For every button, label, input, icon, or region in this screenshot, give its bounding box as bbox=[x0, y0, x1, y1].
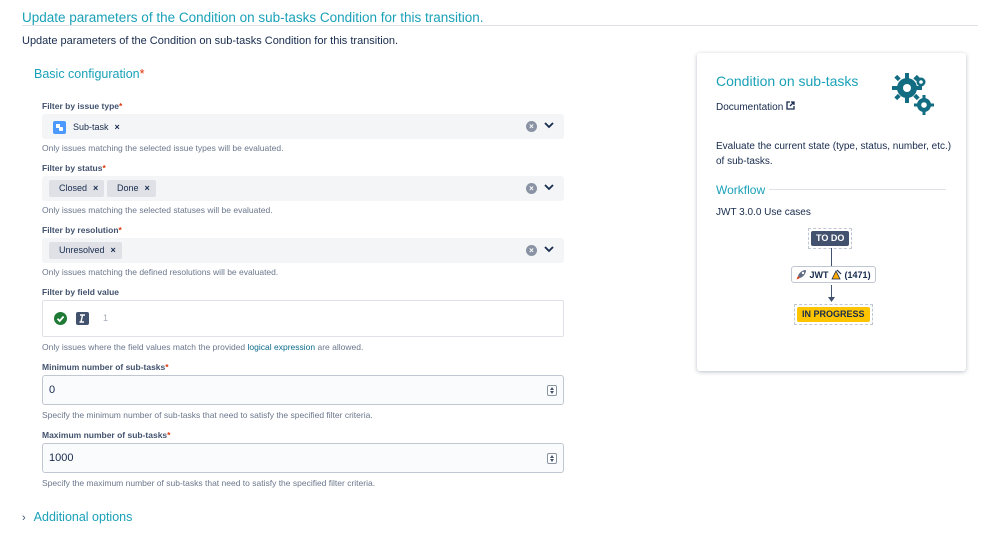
tag-sub-task: Sub-task × bbox=[48, 118, 127, 135]
status-in-progress: IN PROGRESS bbox=[797, 307, 870, 322]
documentation-label: Documentation bbox=[716, 102, 784, 113]
rocket-icon bbox=[796, 270, 806, 280]
use-cases-label: JWT 3.0.0 Use cases bbox=[716, 207, 811, 218]
clear-circle-icon[interactable]: × bbox=[526, 121, 537, 132]
tag-unresolved-label: Unresolved bbox=[59, 245, 105, 255]
issue-type-label: Filter by issue type* bbox=[42, 101, 122, 111]
remove-tag-icon[interactable]: × bbox=[115, 122, 120, 132]
subtask-icon bbox=[53, 121, 66, 134]
field-value-help-after: are allowed. bbox=[315, 342, 364, 352]
max-subtasks-input[interactable]: 1000 bbox=[42, 443, 564, 473]
transition-id: (1471) bbox=[844, 270, 871, 280]
transition-jwt-label: JWT bbox=[809, 270, 829, 280]
tag-closed: Closed × bbox=[49, 180, 105, 197]
field-value-expression-editor[interactable]: 1 bbox=[42, 300, 564, 337]
remove-tag-icon[interactable]: × bbox=[145, 183, 150, 193]
status-todo-frame: TO DO bbox=[808, 228, 853, 249]
status-in-progress-frame: IN PROGRESS bbox=[794, 304, 873, 325]
clear-circle-icon[interactable]: × bbox=[526, 183, 537, 194]
tag-done: Done × bbox=[107, 180, 156, 197]
workflow-heading: Workflow bbox=[716, 183, 766, 197]
additional-options-label: Additional options bbox=[33, 510, 133, 524]
additional-options-toggle[interactable]: › Additional options bbox=[22, 510, 132, 524]
workflow-connector bbox=[831, 248, 832, 267]
resolution-select[interactable]: Unresolved × × bbox=[42, 238, 564, 263]
external-link-icon bbox=[786, 101, 795, 110]
min-subtasks-label: Minimum number of sub-tasks* bbox=[42, 362, 169, 372]
status-label-text: Filter by status bbox=[42, 163, 103, 173]
page-subtitle: Update parameters of the Condition on su… bbox=[22, 35, 399, 47]
required-mark: * bbox=[167, 430, 171, 440]
max-subtasks-label: Maximum number of sub-tasks* bbox=[42, 430, 170, 440]
number-spinner-icon[interactable] bbox=[547, 453, 557, 464]
clear-circle-icon[interactable]: × bbox=[526, 245, 537, 256]
expression-icon[interactable] bbox=[76, 312, 89, 325]
tag-closed-label: Closed bbox=[59, 183, 88, 193]
min-subtasks-label-text: Minimum number of sub-tasks bbox=[42, 362, 166, 372]
chevron-right-icon: › bbox=[22, 512, 26, 524]
resolution-help: Only issues matching the defined resolut… bbox=[42, 267, 279, 277]
status-label: Filter by status* bbox=[42, 163, 106, 173]
basic-configuration-label: Basic configuration bbox=[34, 67, 140, 81]
number-spinner-icon[interactable] bbox=[547, 385, 557, 396]
logical-expression-link[interactable]: logical expression bbox=[248, 342, 316, 352]
status-help: Only issues matching the selected status… bbox=[42, 205, 273, 215]
line-number: 1 bbox=[103, 313, 109, 323]
remove-tag-icon[interactable]: × bbox=[93, 183, 98, 193]
remove-tag-icon[interactable]: × bbox=[111, 245, 116, 255]
tag-done-label: Done bbox=[117, 183, 139, 193]
card-description: Evaluate the current state (type, status… bbox=[716, 141, 952, 167]
issue-type-label-text: Filter by issue type bbox=[42, 101, 119, 111]
tag-sub-task-label: Sub-task bbox=[73, 122, 109, 132]
page-title: Update parameters of the Condition on su… bbox=[22, 10, 484, 25]
issue-type-select[interactable]: Sub-task × × bbox=[42, 114, 564, 139]
card-title: Condition on sub-tasks bbox=[716, 73, 859, 89]
arrow-down-icon bbox=[828, 297, 835, 302]
title-divider bbox=[22, 25, 978, 26]
min-subtasks-input[interactable]: 0 bbox=[42, 375, 564, 405]
status-todo: TO DO bbox=[811, 231, 850, 246]
chevron-down-icon[interactable] bbox=[544, 244, 554, 254]
chevron-down-icon[interactable] bbox=[544, 120, 554, 130]
field-value-help-before: Only issues where the field values match… bbox=[42, 342, 248, 352]
workflow-divider bbox=[716, 189, 946, 190]
field-value-help: Only issues where the field values match… bbox=[42, 342, 363, 352]
max-subtasks-help: Specify the maximum number of sub-tasks … bbox=[42, 478, 376, 488]
check-circle-icon bbox=[54, 312, 67, 325]
issue-type-help: Only issues matching the selected issue … bbox=[42, 143, 284, 153]
required-mark: * bbox=[139, 67, 145, 81]
condition-info-card: Condition on sub-tasks Documentation Eva… bbox=[697, 53, 966, 371]
chevron-down-icon[interactable] bbox=[544, 182, 554, 192]
max-subtasks-label-text: Maximum number of sub-tasks bbox=[42, 430, 168, 440]
required-mark: * bbox=[119, 101, 123, 111]
basic-configuration-heading: Basic configuration* bbox=[34, 67, 145, 81]
tag-unresolved: Unresolved × bbox=[49, 242, 122, 259]
transition-jwt: JWT (1471) bbox=[791, 266, 876, 283]
min-subtasks-value: 0 bbox=[49, 384, 56, 396]
condition-icon bbox=[831, 269, 842, 280]
required-mark: * bbox=[165, 362, 169, 372]
required-mark: * bbox=[118, 225, 122, 235]
status-select[interactable]: Closed × Done × × bbox=[42, 176, 564, 201]
max-subtasks-value: 1000 bbox=[49, 452, 74, 464]
gears-icon bbox=[892, 73, 934, 115]
resolution-label-text: Filter by resolution bbox=[42, 225, 119, 235]
resolution-label: Filter by resolution* bbox=[42, 225, 122, 235]
documentation-link[interactable]: Documentation bbox=[716, 101, 795, 113]
min-subtasks-help: Specify the minimum number of sub-tasks … bbox=[42, 410, 373, 420]
required-mark: * bbox=[102, 163, 106, 173]
field-value-label: Filter by field value bbox=[42, 287, 119, 297]
